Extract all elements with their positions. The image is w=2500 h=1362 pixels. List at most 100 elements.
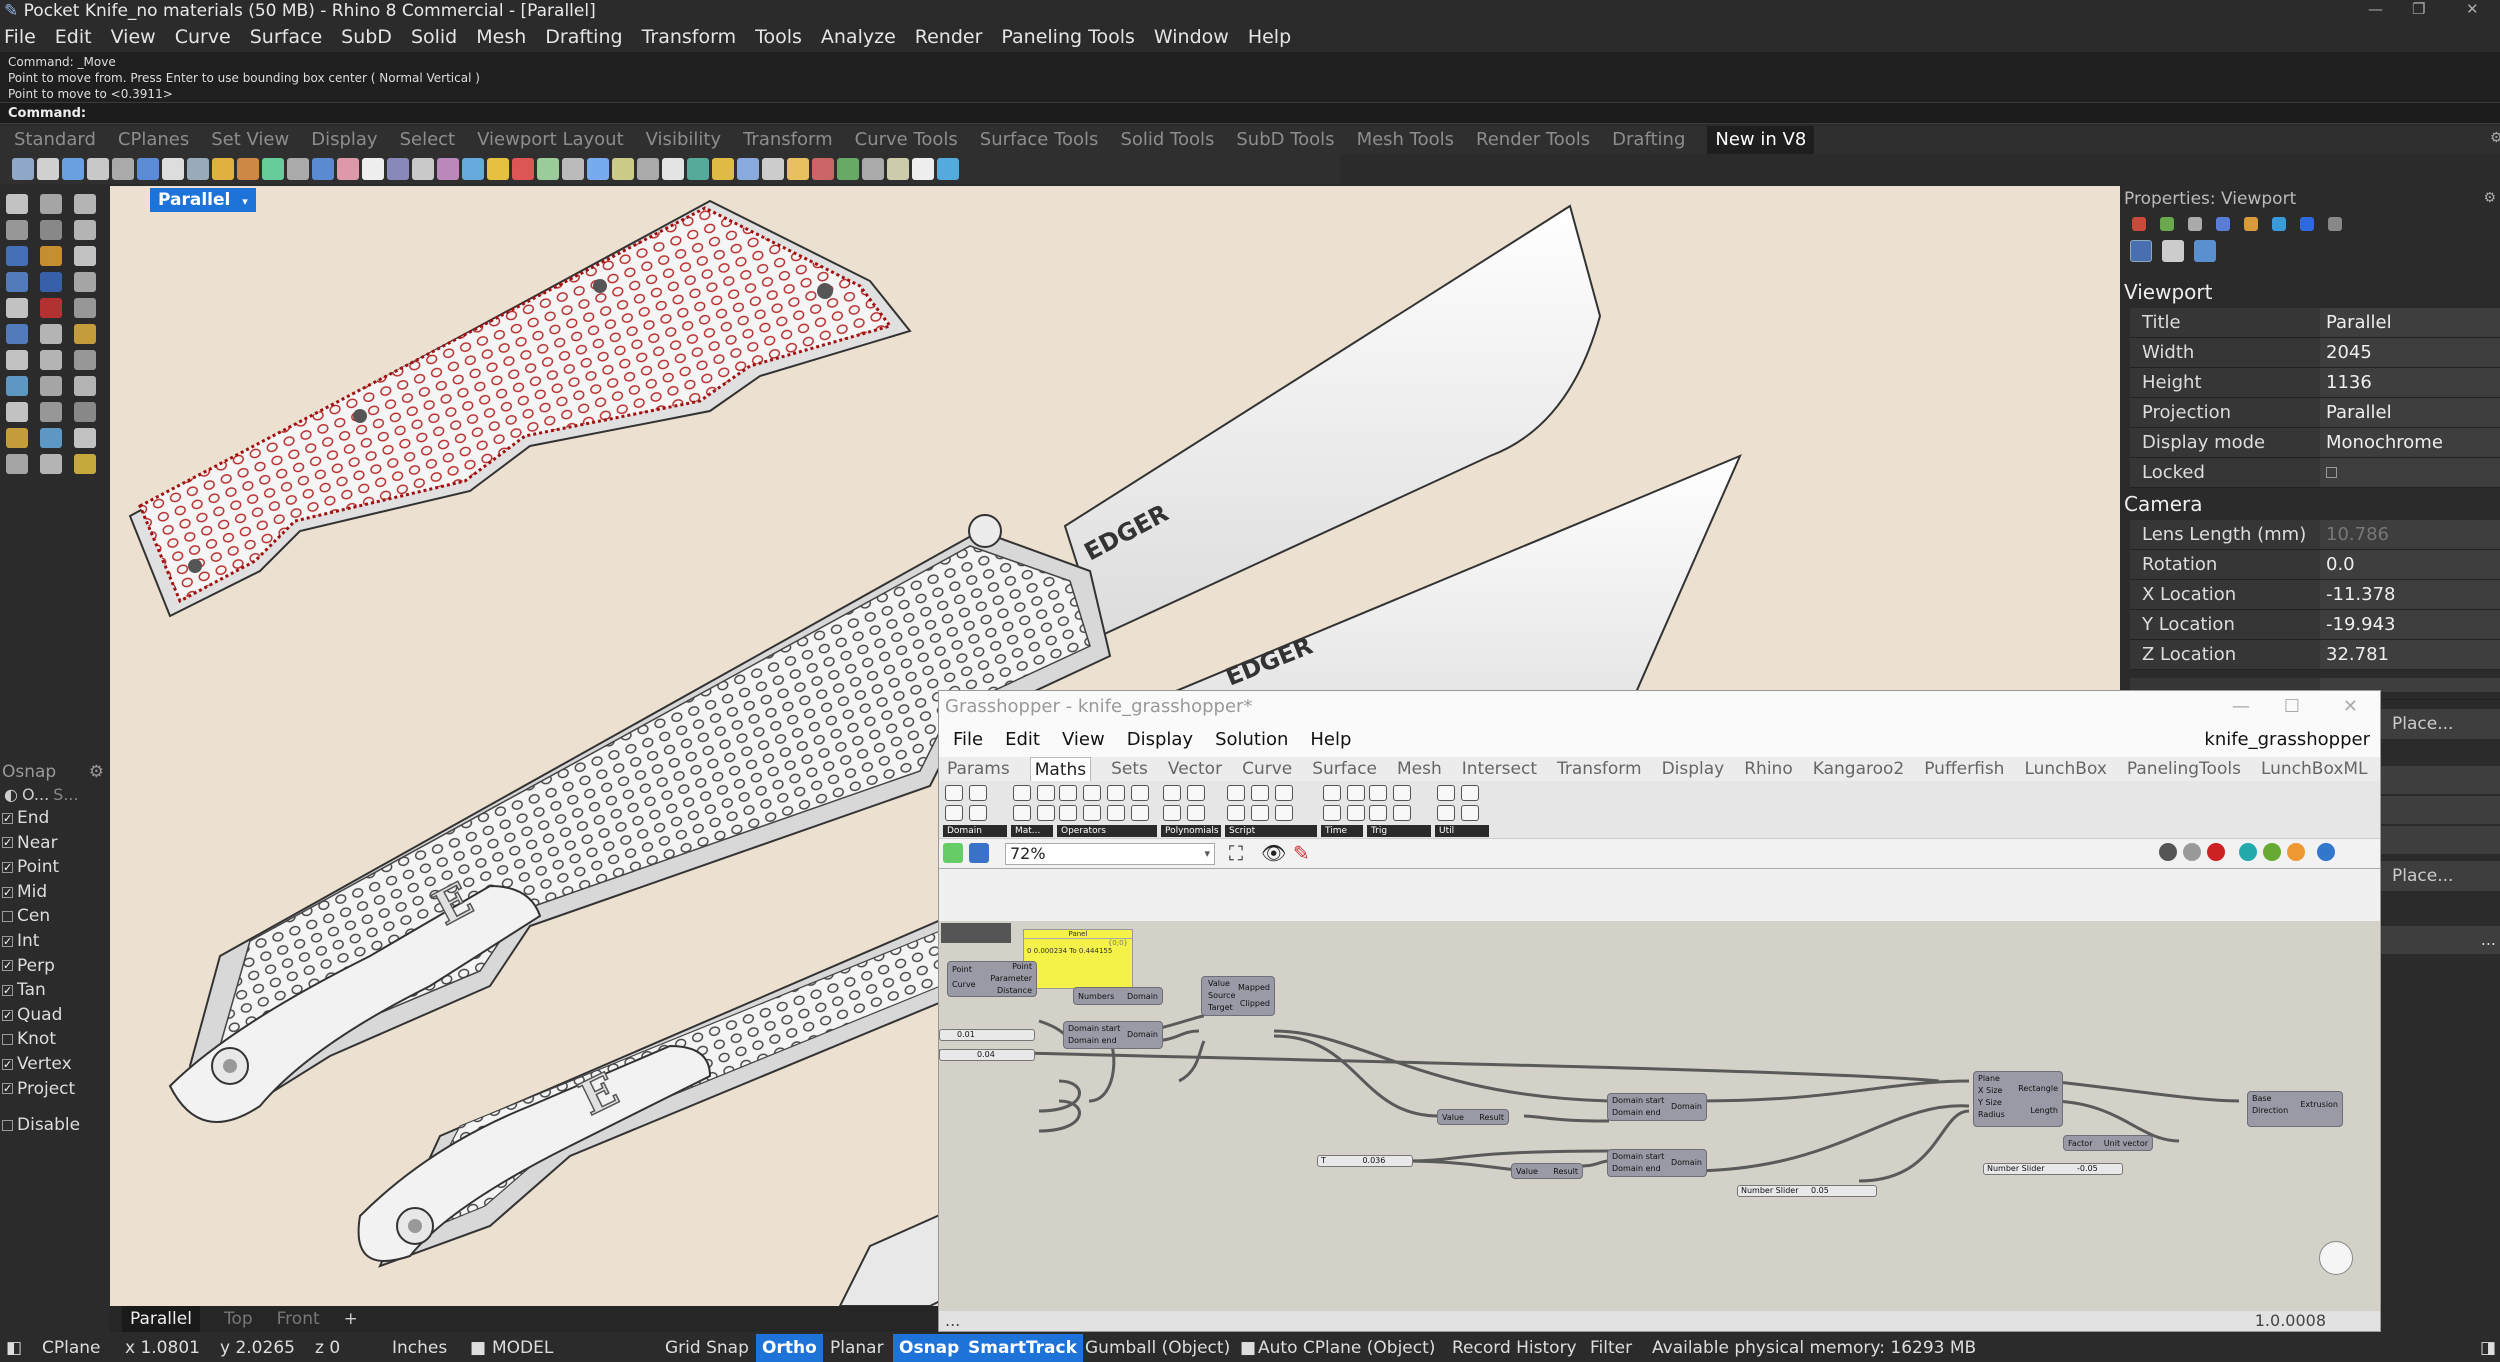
tab-top[interactable]: Top xyxy=(224,1306,253,1332)
modeling-tool-icon[interactable] xyxy=(40,454,62,474)
component-icon[interactable] xyxy=(969,805,987,821)
gh-tab-mesh[interactable]: Mesh xyxy=(1397,757,1442,781)
checkbox[interactable] xyxy=(2,1119,13,1131)
gh-tab-display[interactable]: Display xyxy=(1662,757,1725,781)
toolbar-tool-icon[interactable] xyxy=(862,158,884,180)
modeling-tool-icon[interactable] xyxy=(6,350,28,370)
negative-component[interactable]: Value Result xyxy=(1437,1109,1509,1125)
osnap-item-perp[interactable]: ✓ Perp xyxy=(0,954,110,979)
gear-icon[interactable]: ⚙ xyxy=(89,760,104,784)
toolbar-tool-icon[interactable] xyxy=(512,158,534,180)
toolbar-tool-icon[interactable] xyxy=(262,158,284,180)
toolbar-tool-icon[interactable] xyxy=(162,158,184,180)
minimize-icon[interactable]: — xyxy=(2232,691,2250,723)
menu-item-mesh[interactable]: Mesh xyxy=(476,22,526,52)
checkbox[interactable]: ✓ xyxy=(2,837,13,849)
component-icon[interactable] xyxy=(1393,785,1411,801)
ribbon-group-label[interactable]: Polynomials xyxy=(1161,825,1221,837)
grid-snap-toggle[interactable]: Grid Snap xyxy=(665,1334,749,1362)
toolbar-tool-icon[interactable] xyxy=(212,158,234,180)
close-icon[interactable]: ✕ xyxy=(2343,691,2358,723)
browse-button[interactable]: ... xyxy=(2378,926,2500,954)
component-icon[interactable] xyxy=(945,785,963,801)
toolbar-tool-icon[interactable] xyxy=(487,158,509,180)
toolbar-tool-icon[interactable] xyxy=(437,158,459,180)
toolbar-tool-icon[interactable] xyxy=(412,158,434,180)
gh-menu-solution[interactable]: Solution xyxy=(1215,723,1288,757)
gh-tab-sets[interactable]: Sets xyxy=(1111,757,1148,781)
property-value[interactable]: Parallel xyxy=(2320,308,2500,337)
negative-component[interactable]: Value Result xyxy=(1511,1163,1583,1179)
component-icon[interactable] xyxy=(1187,785,1205,801)
chevron-down-icon[interactable]: ▾ xyxy=(242,195,248,208)
planar-toggle[interactable]: Planar xyxy=(830,1334,884,1362)
panel-component[interactable]: Panel {0;0} 0 0.000234 To 0.444155 xyxy=(1023,929,1133,989)
gear-icon[interactable]: ⚙ xyxy=(2479,186,2500,212)
toolbar-tool-icon[interactable] xyxy=(112,158,134,180)
tab-solid-tools[interactable]: Solid Tools xyxy=(1120,126,1214,154)
component-icon[interactable] xyxy=(1037,785,1055,801)
gh-tab-panelingtools[interactable]: PanelingTools xyxy=(2127,757,2241,781)
ortho-toggle[interactable]: Ortho xyxy=(756,1334,823,1362)
component-icon[interactable] xyxy=(1107,805,1125,821)
osnap-item-near[interactable]: ✓ Near xyxy=(0,831,110,856)
modeling-tool-icon[interactable] xyxy=(6,376,28,396)
component-icon[interactable] xyxy=(1461,805,1479,821)
checkbox[interactable] xyxy=(2,911,13,923)
cplane-icon[interactable]: ◧ xyxy=(6,1334,22,1362)
modeling-tool-icon[interactable] xyxy=(40,272,62,292)
ribbon-group-label[interactable]: Mat... xyxy=(1011,825,1053,837)
tab-standard[interactable]: Standard xyxy=(14,126,96,154)
modeling-tool-icon[interactable] xyxy=(6,272,28,292)
filter-toggle[interactable]: Filter xyxy=(1590,1334,1632,1362)
grasshopper-canvas[interactable]: Panel {0;0} 0 0.000234 To 0.444155 Point… xyxy=(939,921,2380,1311)
property-value[interactable]: 32.781 xyxy=(2320,640,2500,669)
gh-tab-pufferfish[interactable]: Pufferfish xyxy=(1924,757,2004,781)
component-icon[interactable] xyxy=(1251,785,1269,801)
tab-curve-tools[interactable]: Curve Tools xyxy=(855,126,958,154)
property-value[interactable]: Parallel xyxy=(2320,398,2500,427)
property-value[interactable]: -19.943 xyxy=(2320,610,2500,639)
modeling-tool-icon[interactable] xyxy=(6,428,28,448)
menu-item-tools[interactable]: Tools xyxy=(755,22,802,52)
toolbar-tool-icon[interactable] xyxy=(137,158,159,180)
checkbox[interactable] xyxy=(2326,467,2337,478)
number-slider[interactable]: 0.01 xyxy=(939,1029,1035,1041)
layer-icon[interactable] xyxy=(2188,217,2202,231)
component-icon[interactable] xyxy=(1437,805,1455,821)
page-props-icon[interactable] xyxy=(2162,240,2184,262)
component-icon[interactable] xyxy=(1059,785,1077,801)
property-field[interactable] xyxy=(2378,766,2500,794)
display-mode-icon[interactable] xyxy=(2239,843,2257,861)
toolbar-tool-icon[interactable] xyxy=(312,158,334,180)
toolbar-tool-icon[interactable] xyxy=(62,158,84,180)
osnap-toggle-icon[interactable]: ◐ xyxy=(4,784,18,806)
tab-select[interactable]: Select xyxy=(400,126,456,154)
checkbox[interactable]: ✓ xyxy=(2,886,13,898)
display-mode-icon[interactable] xyxy=(2287,843,2305,861)
property-value[interactable]: 10.786 xyxy=(2320,520,2500,549)
component-icon[interactable] xyxy=(1131,785,1149,801)
modeling-tool-icon[interactable] xyxy=(6,298,28,318)
units-label[interactable]: Inches xyxy=(392,1334,447,1362)
property-value[interactable]: 0.0 xyxy=(2320,550,2500,579)
modeling-tool-icon[interactable] xyxy=(40,402,62,422)
gh-menu-display[interactable]: Display xyxy=(1127,723,1193,757)
checkbox[interactable]: ✓ xyxy=(2,984,13,996)
tab-set-view[interactable]: Set View xyxy=(211,126,289,154)
chevron-down-icon[interactable]: ▾ xyxy=(1204,844,1210,864)
property-value[interactable]: Monochrome xyxy=(2320,428,2500,457)
checkbox[interactable]: ✓ xyxy=(2,1009,13,1021)
number-slider[interactable]: 0.04 xyxy=(939,1049,1035,1061)
toolbar-tool-icon[interactable] xyxy=(887,158,909,180)
toolbar-tool-icon[interactable] xyxy=(637,158,659,180)
property-field[interactable] xyxy=(2378,796,2500,824)
toolbar-tool-icon[interactable] xyxy=(387,158,409,180)
component-icon[interactable] xyxy=(1187,805,1205,821)
menu-item-curve[interactable]: Curve xyxy=(175,22,231,52)
bounds-component[interactable]: Numbers Domain xyxy=(1073,987,1163,1005)
menu-item-analyze[interactable]: Analyze xyxy=(821,22,896,52)
panel-toggle-icon[interactable]: ◨ xyxy=(2480,1334,2496,1362)
menu-item-paneling-tools[interactable]: Paneling Tools xyxy=(1001,22,1134,52)
toolbar-tool-icon[interactable] xyxy=(537,158,559,180)
